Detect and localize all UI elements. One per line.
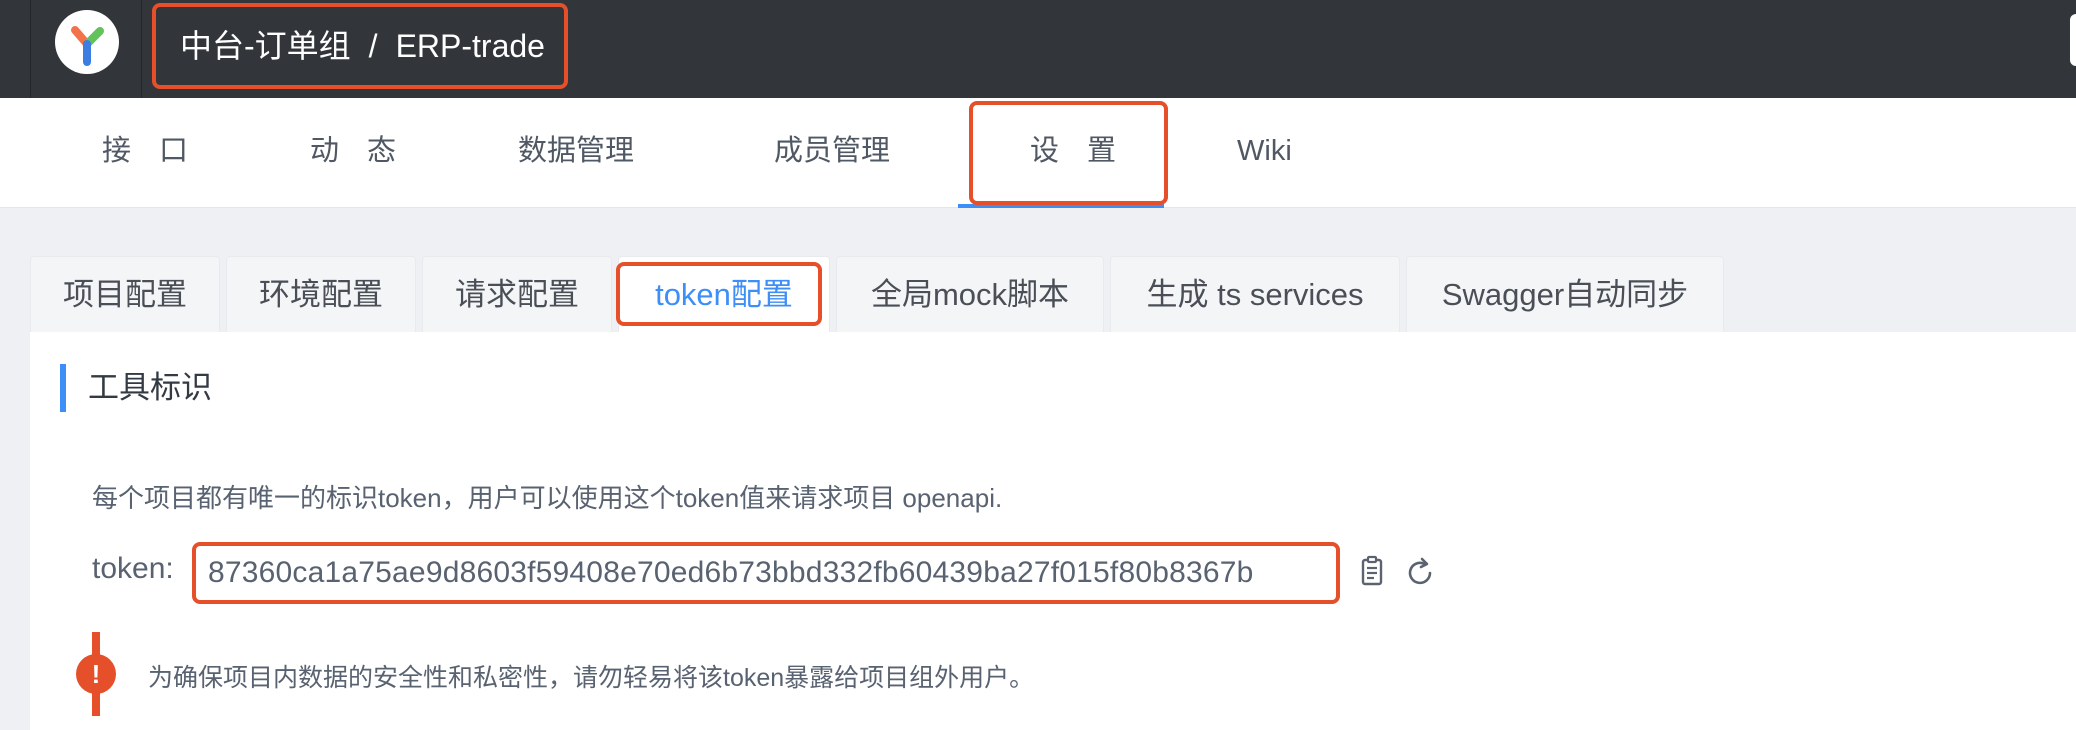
nav-tab-activity[interactable]: 动 态 — [310, 98, 406, 208]
copy-icon[interactable] — [1354, 554, 1390, 590]
section-title: 工具标识 — [60, 364, 212, 412]
breadcrumb-group[interactable]: 中台-订单组 — [180, 28, 351, 64]
subtab-request-config[interactable]: 请求配置 — [422, 256, 612, 332]
token-value[interactable]: 87360ca1a75ae9d8603f59408e70ed6b73bbd332… — [208, 546, 1254, 600]
refresh-icon[interactable] — [1402, 554, 1438, 590]
yapi-logo-icon[interactable] — [55, 10, 119, 74]
top-bar: 中台-订单组 / ERP-trade — [0, 0, 2076, 98]
subtab-project-config[interactable]: 项目配置 — [30, 256, 220, 332]
token-highlight: 87360ca1a75ae9d8603f59408e70ed6b73bbd332… — [192, 542, 1340, 604]
subtab-generate-ts-services[interactable]: 生成 ts services — [1110, 256, 1400, 332]
warning-text: 为确保项目内数据的安全性和私密性，请勿轻易将该token暴露给项目组外用户。 — [148, 664, 1035, 692]
subtab-swagger-auto-sync[interactable]: Swagger自动同步 — [1406, 256, 1724, 332]
breadcrumb: 中台-订单组 / ERP-trade — [180, 7, 545, 85]
token-label: token: — [92, 552, 174, 585]
token-tab-highlight — [616, 262, 822, 326]
breadcrumb-project[interactable]: ERP-trade — [396, 28, 545, 64]
breadcrumb-separator: / — [368, 28, 378, 64]
token-config-panel: 工具标识 每个项目都有唯一的标识token，用户可以使用这个token值来请求项… — [30, 332, 2076, 730]
logo-cell[interactable] — [30, 0, 142, 98]
subtab-environment-config[interactable]: 环境配置 — [226, 256, 416, 332]
nav-tab-interface[interactable]: 接 口 — [102, 98, 198, 208]
nav-tab-data-management[interactable]: 数据管理 — [518, 98, 634, 208]
warning-icon: ! — [76, 654, 116, 694]
subtab-global-mock-script[interactable]: 全局mock脚本 — [836, 256, 1104, 332]
nav-tab-wiki[interactable]: Wiki — [1237, 98, 1292, 208]
topbar-edge-control[interactable] — [2070, 14, 2076, 66]
nav-tab-member-management[interactable]: 成员管理 — [774, 98, 890, 208]
settings-tab-highlight — [969, 101, 1168, 205]
breadcrumb-highlight: 中台-订单组 / ERP-trade — [152, 3, 568, 89]
token-description: 每个项目都有唯一的标识token，用户可以使用这个token值来请求项目 ope… — [92, 483, 1003, 513]
